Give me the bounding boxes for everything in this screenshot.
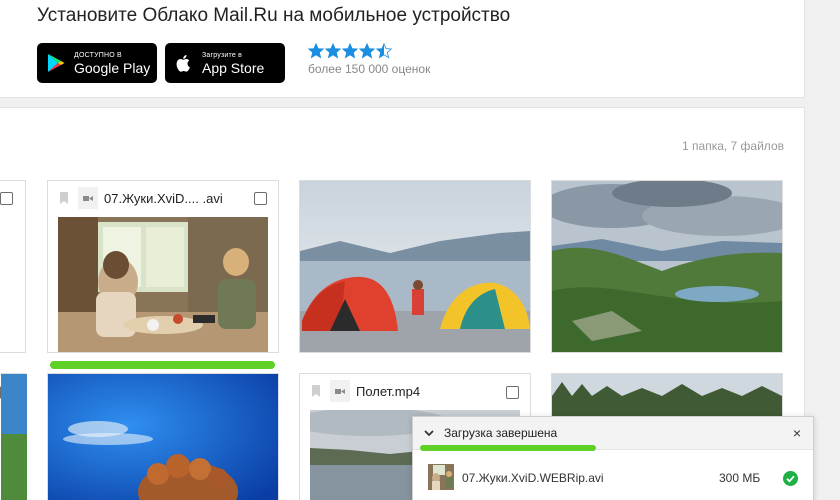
upload-progress-bar [420, 445, 596, 451]
upload-status: Загрузка завершена [444, 426, 558, 440]
video-type-badge [330, 380, 350, 402]
video-camera-icon [335, 388, 345, 394]
video-camera-icon [83, 195, 93, 201]
file-name[interactable]: 07.Жуки.XviD.... .avi [104, 191, 223, 206]
mobile-app-banner: Установите Облако Mail.Ru на мобильное у… [0, 0, 805, 98]
file-card[interactable] [299, 180, 531, 353]
star-icon [359, 43, 375, 59]
app-store-button[interactable]: Загрузите в App Store [165, 43, 285, 83]
file-card-partial[interactable] [0, 180, 26, 353]
file-thumbnail[interactable] [552, 181, 782, 352]
file-thumbnail[interactable] [300, 181, 530, 352]
file-name[interactable]: Полет.mp4 [356, 384, 420, 399]
app-store-label: App Store [202, 59, 265, 76]
banner-title: Установите Облако Mail.Ru на мобильное у… [37, 5, 511, 26]
chevron-down-icon[interactable] [423, 428, 435, 438]
rating-count: более 150 000 оценок [308, 62, 431, 76]
apple-icon [176, 55, 190, 72]
upload-item-size: 300 МБ [719, 471, 761, 485]
video-type-badge [78, 187, 98, 209]
file-card[interactable] [47, 373, 279, 500]
star-icon [325, 43, 341, 59]
bookmark-icon[interactable] [60, 192, 68, 204]
file-card[interactable]: 07.Жуки.XviD.... .avi [47, 180, 279, 353]
star-icon [308, 43, 324, 59]
file-upload-progress [50, 361, 275, 369]
upload-popup-header: Загрузка завершена × [413, 417, 813, 451]
upload-item-thumbnail [428, 464, 454, 490]
file-checkbox[interactable] [506, 386, 519, 399]
star-icon [342, 43, 358, 59]
upload-item: 07.Жуки.XviD.WEBRip.avi 300 МБ [413, 461, 813, 495]
app-rating: более 150 000 оценок [308, 43, 430, 76]
google-play-label: Google Play [74, 59, 151, 76]
app-store-small-label: Загрузите в [202, 51, 242, 59]
bookmark-icon[interactable] [312, 385, 320, 397]
upload-popup: Загрузка завершена × 07.Жуки.XviD.WEBRip… [412, 416, 814, 500]
rating-stars [308, 43, 430, 59]
file-card-partial[interactable] [0, 373, 27, 500]
check-circle-icon [783, 471, 798, 486]
file-checkbox[interactable] [254, 192, 267, 205]
file-checkbox[interactable] [0, 192, 13, 205]
close-icon[interactable]: × [793, 425, 801, 441]
file-thumbnail[interactable] [58, 217, 268, 352]
star-icon [376, 43, 392, 59]
file-thumbnail[interactable] [48, 374, 278, 500]
file-thumbnail [1, 374, 27, 500]
google-play-button[interactable]: ДОСТУПНО В Google Play [37, 43, 157, 83]
google-play-icon [48, 54, 65, 72]
upload-item-name: 07.Жуки.XviD.WEBRip.avi [462, 471, 604, 485]
google-play-small-label: ДОСТУПНО В [74, 51, 122, 59]
folder-counts: 1 папка, 7 файлов [682, 139, 784, 153]
file-card[interactable] [551, 180, 783, 353]
